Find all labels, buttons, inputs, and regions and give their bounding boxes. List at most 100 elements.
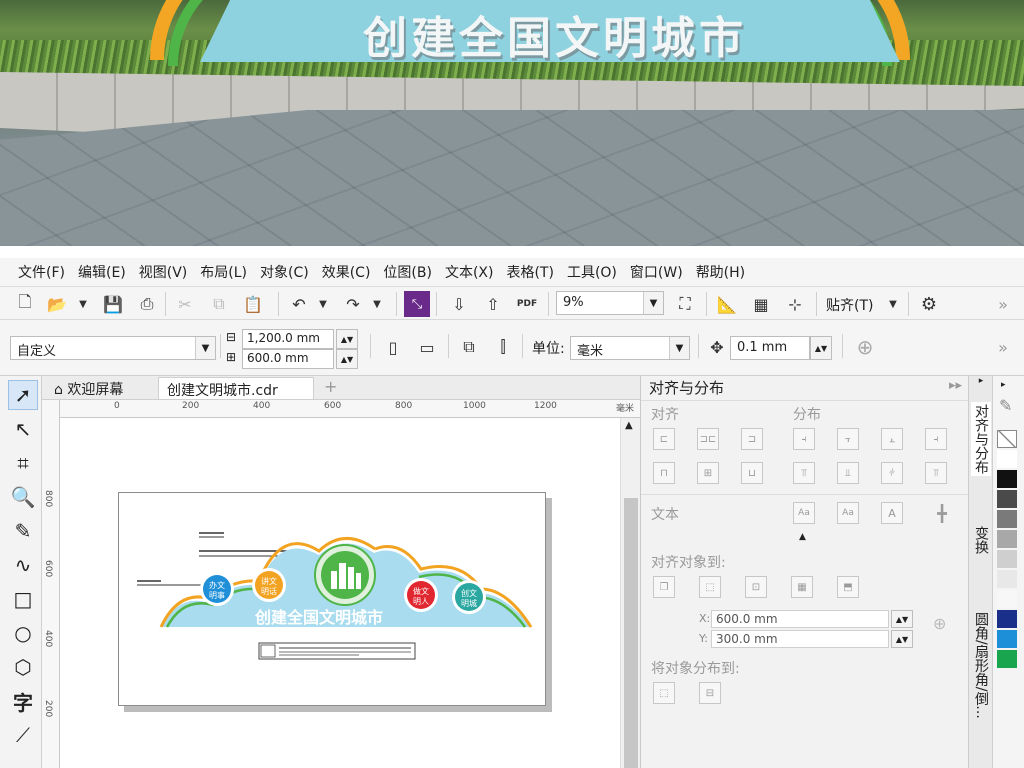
distribute-center-icon[interactable]: ⫟ (837, 428, 859, 450)
docker-expand-icon[interactable]: ▸▸ (949, 378, 962, 393)
portrait-icon[interactable]: ▯ (380, 334, 406, 360)
show-rulers-icon[interactable]: 📐 (714, 291, 740, 317)
horizontal-ruler[interactable]: 0 200 400 600 800 1000 1200 毫米 (60, 400, 640, 418)
menu-layout[interactable]: 布局(L) (198, 260, 258, 284)
copy-icon[interactable]: ⧉ (206, 291, 232, 317)
artistic-media-tool-icon[interactable]: ∿ (8, 550, 38, 580)
undo-icon[interactable]: ↶ (286, 291, 312, 317)
export-icon[interactable]: ⇧ (480, 291, 506, 317)
y-coordinate-field[interactable]: 300.0 mm (711, 630, 889, 648)
distribute-middle-icon[interactable]: ⫫ (837, 462, 859, 484)
search-content-icon[interactable]: ⤡ (404, 291, 430, 317)
drawing-canvas[interactable]: 办文 明事 讲文 明话 做文 明人 创文 明城 创建全国文明城市 (60, 418, 620, 768)
text-bounding-box-icon[interactable]: A (881, 502, 903, 524)
new-document-icon[interactable]: 🗋 (12, 291, 38, 317)
distribute-top-icon[interactable]: ⫪ (793, 462, 815, 484)
pick-tool-icon[interactable]: ➚ (8, 380, 38, 410)
chevron-down-icon[interactable]: ▼ (643, 292, 663, 314)
align-bottom-icon[interactable]: ⊔ (741, 462, 763, 484)
snap-dropdown-icon[interactable]: ▼ (880, 291, 906, 317)
add-preset-icon[interactable]: ⊕ (852, 334, 878, 360)
polygon-tool-icon[interactable]: ⬡ (8, 652, 38, 682)
freehand-tool-icon[interactable]: ✎ (8, 516, 38, 546)
all-pages-icon[interactable]: ⧉ (456, 334, 482, 360)
distribute-to-selection-icon[interactable]: ⬚ (653, 682, 675, 704)
align-to-point-icon[interactable]: ⬒ (837, 576, 859, 598)
align-right-icon[interactable]: ⊐ (741, 428, 763, 450)
artwork[interactable]: 办文 明事 讲文 明话 做文 明人 创文 明城 创建全国文明城市 (119, 493, 547, 707)
options-gear-icon[interactable]: ⚙ (916, 291, 942, 317)
pick-point-icon[interactable]: ⊕ (933, 614, 946, 633)
text-last-baseline-icon[interactable]: Aa (837, 502, 859, 524)
page-width-spinner[interactable]: ▲▼ (336, 329, 358, 349)
publish-pdf-icon[interactable]: PDF (514, 291, 540, 317)
snap-to-menu[interactable]: 贴齐(T) (826, 295, 873, 315)
shape-tool-icon[interactable]: ↖ (8, 414, 38, 444)
nudge-distance-spinner[interactable]: ▲▼ (810, 336, 832, 360)
y-spinner[interactable]: ▲▼ (891, 630, 913, 648)
align-center-vertical-icon[interactable]: ⊞ (697, 462, 719, 484)
color-swatch-gray-80[interactable] (997, 490, 1017, 508)
distribute-right-icon[interactable]: ⫞ (925, 428, 947, 450)
color-swatch-gray-40[interactable] (997, 530, 1017, 548)
tab-welcome-screen[interactable]: ⌂ 欢迎屏幕 (46, 377, 131, 399)
align-to-active-objects-icon[interactable]: ❐ (653, 576, 675, 598)
scroll-up-icon[interactable]: ▲ (625, 420, 633, 431)
undo-dropdown-icon[interactable]: ▼ (310, 291, 336, 317)
show-grid-icon[interactable]: ▦ (748, 291, 774, 317)
x-spinner[interactable]: ▲▼ (891, 610, 913, 628)
cut-icon[interactable]: ✂ (172, 291, 198, 317)
current-page-icon[interactable]: ⫿ (490, 334, 516, 360)
eyedropper-icon[interactable]: ✎ (999, 396, 1012, 415)
toolbar-overflow-icon[interactable]: » (990, 291, 1016, 317)
nudge-distance-field[interactable]: 0.1 mm (730, 336, 810, 360)
vertical-scrollbar[interactable]: ▲ (620, 418, 640, 768)
tab-align-distribute[interactable]: 对齐与分布 (971, 402, 991, 476)
tab-document[interactable]: 创建文明城市.cdr (158, 377, 314, 399)
document-page[interactable]: 办文 明事 讲文 明话 做文 明人 创文 明城 创建全国文明城市 (118, 492, 546, 706)
distribute-vspacing-icon[interactable]: ⫩ (881, 462, 903, 484)
import-icon[interactable]: ⇩ (446, 291, 472, 317)
scroll-tabs-up-icon[interactable]: ▸ (969, 376, 993, 386)
redo-icon[interactable]: ↷ (340, 291, 366, 317)
text-first-baseline-icon[interactable]: Aa (793, 502, 815, 524)
color-swatch-gray-10[interactable] (997, 570, 1017, 588)
menu-view[interactable]: 视图(V) (137, 260, 199, 284)
tab-fillet-scallop[interactable]: 圆角/扇形角/倒... (971, 612, 991, 719)
x-coordinate-field[interactable]: 600.0 mm (711, 610, 889, 628)
menu-window[interactable]: 窗口(W) (628, 260, 694, 284)
distribute-left-icon[interactable]: ⫞ (793, 428, 815, 450)
open-folder-icon[interactable]: 📂 (44, 291, 70, 317)
palette-scroll-up-icon[interactable]: ▸ (1001, 380, 1006, 390)
align-to-page-center-icon[interactable]: ⊡ (745, 576, 767, 598)
color-swatch-gray-5[interactable] (997, 590, 1017, 608)
paste-icon[interactable]: 📋 (240, 291, 266, 317)
ellipse-tool-icon[interactable]: ○ (8, 618, 38, 648)
page-height-field[interactable]: 600.0 mm (242, 349, 334, 369)
menu-object[interactable]: 对象(C) (258, 260, 320, 284)
units-combo[interactable]: 毫米 ▼ (570, 336, 690, 360)
menu-table[interactable]: 表格(T) (504, 260, 564, 284)
full-screen-icon[interactable]: ⛶ (672, 291, 698, 317)
align-to-page-edge-icon[interactable]: ⬚ (699, 576, 721, 598)
align-top-icon[interactable]: ⊓ (653, 462, 675, 484)
color-swatch-black[interactable] (997, 470, 1017, 488)
text-tool-icon[interactable]: 字 (8, 686, 38, 716)
color-swatch-gray-60[interactable] (997, 510, 1017, 528)
parallel-dimension-tool-icon[interactable]: ⟋ (8, 720, 38, 750)
distribute-bottom-icon[interactable]: ⫪ (925, 462, 947, 484)
print-icon[interactable]: ⎙ (134, 291, 160, 317)
landscape-icon[interactable]: ▭ (414, 334, 440, 360)
page-height-spinner[interactable]: ▲▼ (336, 349, 358, 369)
scroll-thumb[interactable] (624, 498, 638, 768)
propertybar-overflow-icon[interactable]: » (990, 334, 1016, 360)
vertical-ruler[interactable]: 800 600 400 200 (42, 400, 60, 768)
menu-effects[interactable]: 效果(C) (320, 260, 382, 284)
distribute-to-page-icon[interactable]: ⊟ (699, 682, 721, 704)
save-icon[interactable]: 💾 (100, 291, 126, 317)
chevron-down-icon[interactable]: ▼ (669, 337, 689, 359)
collapse-arrow-icon[interactable]: ▲ (799, 532, 806, 542)
add-tab-button[interactable]: + (316, 377, 345, 399)
align-to-grid-icon[interactable]: ▦ (791, 576, 813, 598)
color-swatch-navy[interactable] (997, 610, 1017, 628)
